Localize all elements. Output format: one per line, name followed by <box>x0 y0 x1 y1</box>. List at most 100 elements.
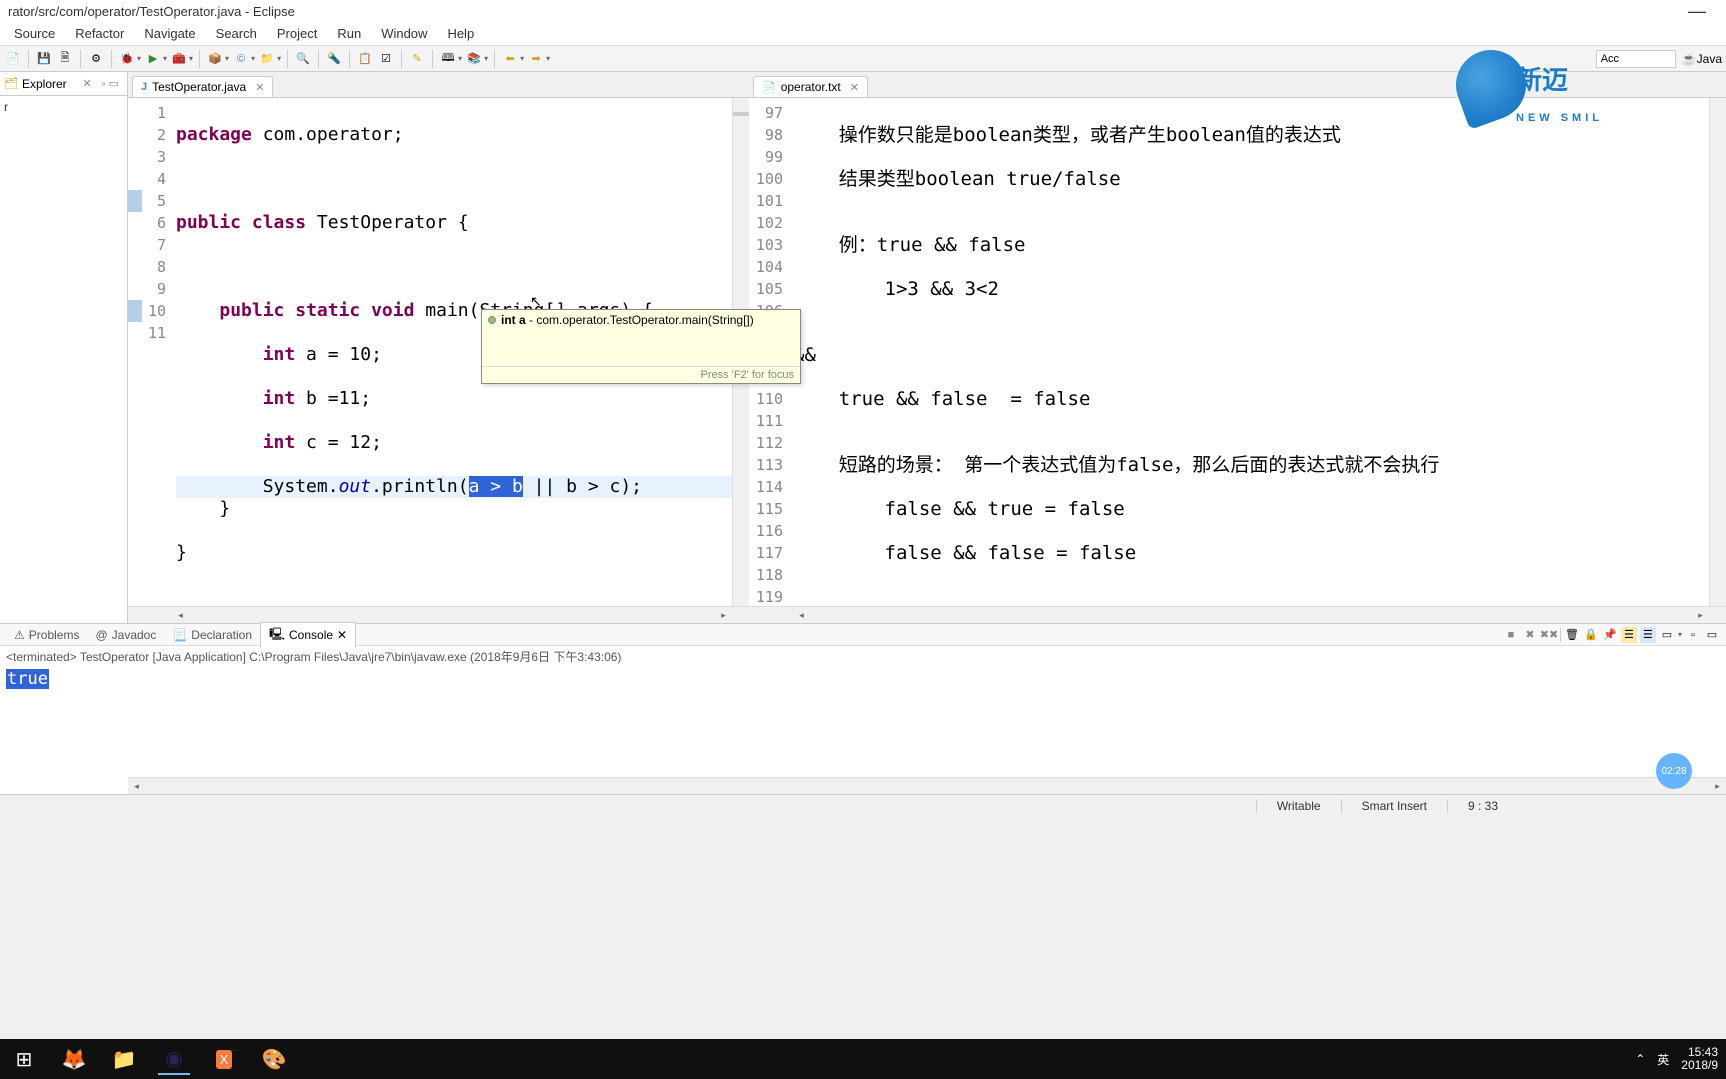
variable-icon <box>488 316 496 324</box>
console-scrollbar[interactable]: ◂▸ <box>128 777 1726 794</box>
remove-icon[interactable]: ✖ <box>1522 627 1538 643</box>
separator <box>199 50 200 68</box>
tab-operator-txt[interactable]: 📄 operator.txt ✕ <box>753 76 868 97</box>
menu-navigate[interactable]: Navigate <box>134 24 205 43</box>
task-icon[interactable]: ☑ <box>377 50 395 68</box>
tab-declaration[interactable]: 📃Declaration <box>164 626 260 644</box>
back-icon[interactable]: ⬅ <box>501 50 519 68</box>
pin-console-icon[interactable]: 📌 <box>1602 627 1618 643</box>
menu-help[interactable]: Help <box>437 24 484 43</box>
tab-testoperator[interactable]: J TestOperator.java ✕ <box>132 76 273 97</box>
menu-window[interactable]: Window <box>371 24 437 43</box>
dropdown-arrow-icon[interactable]: ▾ <box>546 54 550 63</box>
new-package-icon[interactable]: 📦 <box>206 50 224 68</box>
taskbar-date[interactable]: 2018/9 <box>1681 1059 1718 1072</box>
tool-icon[interactable]: ⚙ <box>87 50 105 68</box>
code-editor-right[interactable]: 9798991001011021031041051061071081091101… <box>749 98 1726 606</box>
explorer-tab[interactable]: 🗂 Explorer ✕ ▫ ▭ <box>0 72 127 96</box>
scroll-left-icon[interactable]: ◂ <box>172 607 189 624</box>
dropdown-arrow-icon[interactable]: ▾ <box>251 54 255 63</box>
dropdown-arrow-icon[interactable]: ▾ <box>163 54 167 63</box>
tab-label: operator.txt <box>781 80 841 94</box>
start-button[interactable]: ⊞ <box>8 1043 40 1075</box>
status-insert-mode: Smart Insert <box>1341 799 1447 813</box>
menu-project[interactable]: Project <box>267 24 327 43</box>
eclipse-icon[interactable]: ◉ <box>158 1043 190 1075</box>
quick-access: ☕Java <box>1596 50 1722 68</box>
horizontal-scrollbar-left[interactable]: ◂ ▸ <box>128 606 749 623</box>
view-menu-icon[interactable]: ▫ ▭ <box>98 77 123 90</box>
scroll-right-icon[interactable]: ▸ <box>715 607 732 624</box>
vertical-scrollbar-right[interactable] <box>1709 98 1726 606</box>
console-output-text: true <box>6 669 49 689</box>
new-class-icon[interactable]: © <box>232 50 250 68</box>
tab-console[interactable]: 🖳Console ✕ <box>260 622 356 648</box>
save-all-icon[interactable]: 🗎 <box>56 50 74 68</box>
tool-icon[interactable]: 📄 <box>4 50 22 68</box>
save-icon[interactable]: 💾 <box>35 50 53 68</box>
search-icon[interactable]: 🔦 <box>325 50 343 68</box>
separator <box>318 50 319 68</box>
tab-javadoc[interactable]: @Javadoc <box>87 626 164 644</box>
close-icon[interactable]: ✕ <box>78 77 95 90</box>
explorer-tree[interactable]: r <box>0 96 127 623</box>
firefox-icon[interactable]: 🦊 <box>58 1043 90 1075</box>
clear-console-icon[interactable]: 🗑 <box>1564 627 1580 643</box>
menu-run[interactable]: Run <box>327 24 371 43</box>
problems-icon: ⚠ <box>14 628 25 642</box>
dropdown-arrow-icon[interactable]: ▾ <box>484 54 488 63</box>
close-icon[interactable]: ✕ <box>337 628 347 642</box>
dropdown-arrow-icon[interactable]: ▾ <box>277 54 281 63</box>
main-toolbar: 📄 💾 🗎 ⚙ 🐞▾ ▶▾ 🧰▾ 📦▾ ©▾ 📁▾ 🔍 🔦 📋 ☑ ✎ 🕮▾ 📚… <box>0 46 1726 72</box>
new-folder-icon[interactable]: 📁 <box>258 50 276 68</box>
hover-tooltip: int a - com.operator.TestOperator.main(S… <box>481 309 801 384</box>
console-icon: 🖳 <box>269 625 285 646</box>
debug-icon[interactable]: 🐞 <box>118 50 136 68</box>
display-selected-icon[interactable]: ☰ <box>1621 627 1637 643</box>
terminate-icon[interactable]: ■ <box>1503 627 1519 643</box>
scroll-left-icon[interactable]: ◂ <box>793 607 810 624</box>
menu-bar: Source Refactor Navigate Search Project … <box>0 22 1726 46</box>
java-perspective-button[interactable]: ☕Java <box>1682 52 1722 66</box>
quick-access-input[interactable] <box>1596 50 1676 68</box>
horizontal-scrollbar-right[interactable]: ◂ ▸ <box>749 606 1726 623</box>
tray-expand-icon[interactable]: ⌃ <box>1635 1052 1645 1066</box>
declaration-icon: 📃 <box>172 628 187 642</box>
file-explorer-icon[interactable]: 📁 <box>108 1043 140 1075</box>
scroll-lock-icon[interactable]: 🔒 <box>1583 627 1599 643</box>
nav-icon[interactable]: 📚 <box>465 50 483 68</box>
ime-indicator[interactable]: 英 <box>1657 1051 1669 1068</box>
dropdown-arrow-icon[interactable]: ▾ <box>225 54 229 63</box>
menu-refactor[interactable]: Refactor <box>65 24 134 43</box>
console-output[interactable]: true <box>0 667 1726 777</box>
menu-search[interactable]: Search <box>206 24 267 43</box>
minimize-button[interactable]: — <box>1676 1 1718 22</box>
max-icon[interactable]: ▭ <box>1704 627 1720 643</box>
dropdown-arrow-icon[interactable]: ▾ <box>458 54 462 63</box>
dropdown-arrow-icon[interactable]: ▾ <box>189 54 193 63</box>
code-content-right[interactable]: 操作数只能是boolean类型，或者产生boolean值的表达式 结果类型boo… <box>789 98 1709 606</box>
menu-source[interactable]: Source <box>4 24 65 43</box>
paint-icon[interactable]: 🎨 <box>258 1043 290 1075</box>
dropdown-arrow-icon[interactable]: ▾ <box>520 54 524 63</box>
nav-icon[interactable]: 🕮 <box>439 50 457 68</box>
new-console-icon[interactable]: ▭ <box>1659 627 1675 643</box>
run-icon[interactable]: ▶ <box>144 50 162 68</box>
xampp-icon[interactable]: X <box>208 1043 240 1075</box>
close-icon[interactable]: ✕ <box>850 81 859 94</box>
tree-item[interactable]: r <box>4 100 8 114</box>
annotation-icon[interactable]: 📋 <box>356 50 374 68</box>
forward-icon[interactable]: ➡ <box>527 50 545 68</box>
remove-all-icon[interactable]: ✖✖ <box>1541 627 1557 643</box>
scroll-right-icon[interactable]: ▸ <box>1692 607 1709 624</box>
selected-text: a > b <box>469 476 523 497</box>
external-tools-icon[interactable]: 🧰 <box>170 50 188 68</box>
min-icon[interactable]: ▫ <box>1685 627 1701 643</box>
tab-problems[interactable]: ⚠Problems <box>6 626 87 644</box>
dropdown-arrow-icon[interactable]: ▾ <box>137 54 141 63</box>
open-type-icon[interactable]: 🔍 <box>294 50 312 68</box>
open-console-icon[interactable]: ☰ <box>1640 627 1656 643</box>
title-bar: rator/src/com/operator/TestOperator.java… <box>0 0 1726 22</box>
highlight-icon[interactable]: ✎ <box>408 50 426 68</box>
close-icon[interactable]: ✕ <box>255 81 264 94</box>
